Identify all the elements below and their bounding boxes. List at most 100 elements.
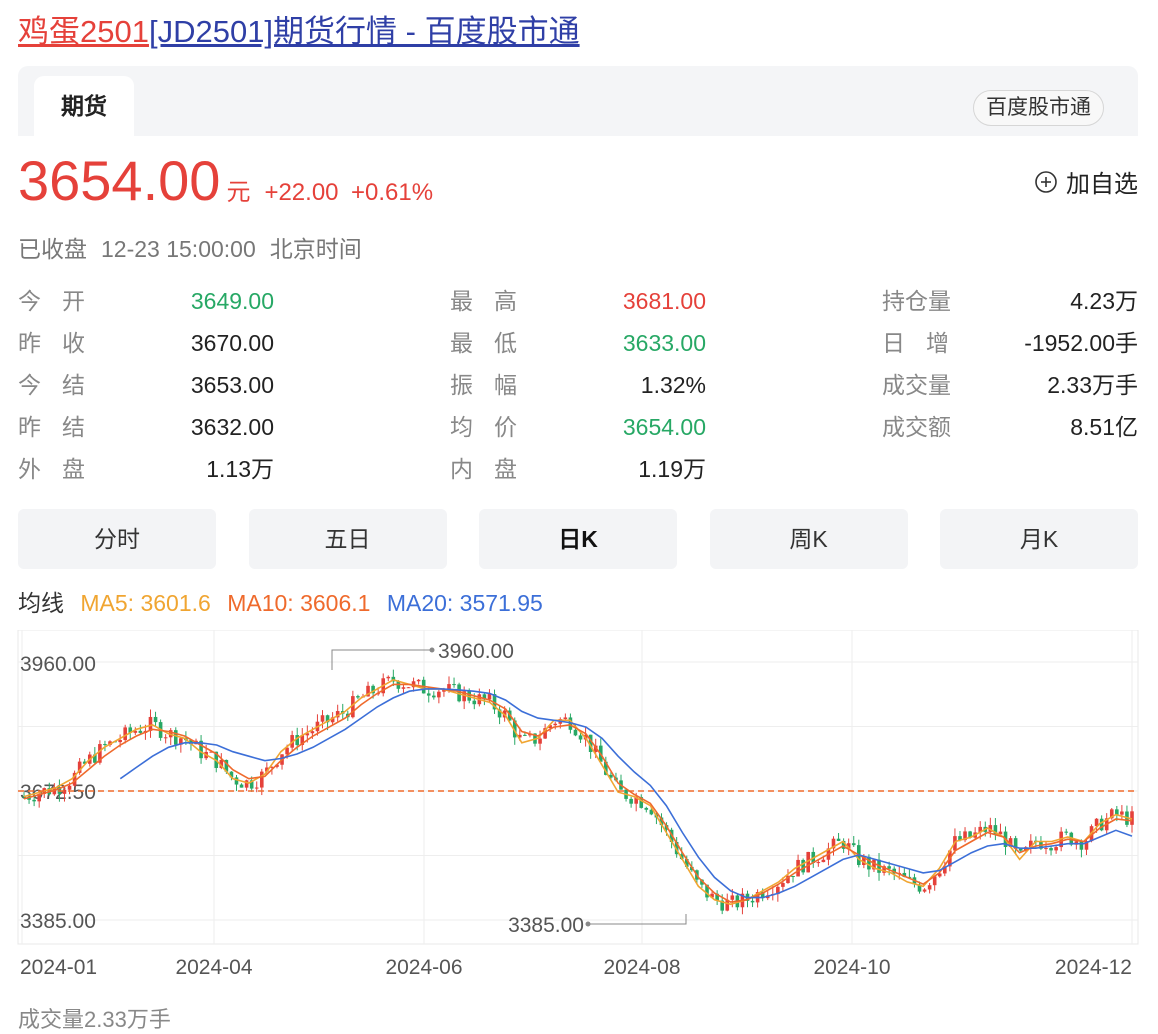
candle-body xyxy=(426,693,431,696)
stat-label: 今结 xyxy=(18,372,106,398)
stat-row: 昨结 3632.00 均价 3654.00 成交额 8.51亿 xyxy=(18,406,1138,448)
candle-body xyxy=(629,798,633,804)
candle-body xyxy=(67,785,72,790)
market-state: 已收盘 xyxy=(18,236,87,262)
ma-line-ma5 xyxy=(23,679,1133,906)
candle-body xyxy=(1115,809,1119,815)
candle-body xyxy=(851,843,856,846)
stat-label: 成交量 xyxy=(882,372,951,398)
tab-period-3[interactable]: 周K xyxy=(709,509,908,569)
candle-body xyxy=(32,799,36,802)
candle-body xyxy=(406,687,411,689)
stat-label: 持仓量 xyxy=(882,288,951,314)
candle-body xyxy=(401,687,406,689)
x-tick-label: 2024-01 xyxy=(20,956,97,979)
quote-row: 3654.00 元 +22.00 +0.61% xyxy=(18,146,433,216)
stat-value: -1952.00手 xyxy=(1024,330,1138,356)
tab-futures[interactable]: 期货 xyxy=(34,76,134,136)
stat-value: 3670.00 xyxy=(190,330,274,356)
add-watchlist-button[interactable]: 加自选 xyxy=(1034,164,1138,199)
ma-line-ma10 xyxy=(23,683,1133,903)
candle-body xyxy=(254,787,259,789)
stat-value: 3633.00 xyxy=(622,330,706,356)
stat-label: 成交额 xyxy=(882,414,951,440)
candle-body xyxy=(836,838,841,841)
page-title-rest[interactable]: [JD2501]期货行情 - 百度股市通 xyxy=(149,14,580,49)
candle-body xyxy=(1018,848,1023,851)
stat-label: 振幅 xyxy=(450,372,538,398)
price-change: +22.00 xyxy=(264,179,339,206)
ma-legend: 均线 MA5: 3601.6 MA10: 3606.1 MA20: 3571.9… xyxy=(18,584,553,618)
candle-body xyxy=(173,730,178,745)
candle-body xyxy=(791,875,795,877)
candle-body xyxy=(138,730,143,733)
stat-value: 3654.00 xyxy=(622,414,706,440)
candle-body xyxy=(887,866,891,869)
kline-chart[interactable]: 3960.003672.503385.002024-012024-042024-… xyxy=(0,630,1158,1024)
candle-body xyxy=(285,747,289,755)
min-label: 3385.00 xyxy=(508,914,584,937)
stat-label: 昨结 xyxy=(18,414,106,440)
stat-label: 内盘 xyxy=(450,456,538,482)
tab-bar: 期货 百度股市通 xyxy=(18,66,1138,136)
min-dot xyxy=(585,921,591,927)
stat-label: 外盘 xyxy=(18,456,106,482)
stat-value: 1.19万 xyxy=(638,456,706,482)
page-title-product[interactable]: 鸡蛋2501 xyxy=(18,14,149,49)
stat-value: 3632.00 xyxy=(190,414,274,440)
ma-title: 均线 xyxy=(18,590,64,616)
max-leader xyxy=(331,649,432,670)
stat-label: 最高 xyxy=(450,288,538,314)
candle-body xyxy=(1064,831,1069,833)
candle-body xyxy=(796,859,800,877)
candle-body xyxy=(1054,847,1058,851)
ma5-legend: MA5: 3601.6 xyxy=(80,590,211,616)
candle-body xyxy=(1049,848,1053,851)
chart-frame xyxy=(17,630,1139,945)
candle-body xyxy=(750,900,755,903)
tab-period-2[interactable]: 日K xyxy=(479,509,677,569)
candle-body xyxy=(781,883,785,887)
candle-body xyxy=(118,739,122,743)
candle-body xyxy=(730,895,735,900)
stat-value: 8.51亿 xyxy=(1070,414,1138,440)
ma20-legend: MA20: 3571.95 xyxy=(386,590,543,616)
stat-row: 今结 3653.00 振幅 1.32% 成交量 2.33万手 xyxy=(18,364,1138,406)
x-tick-label: 2024-06 xyxy=(385,956,462,979)
stat-row: 外盘 1.13万 内盘 1.19万 xyxy=(18,448,1138,490)
candle-body xyxy=(437,691,441,698)
candle-body xyxy=(320,715,325,722)
candle-body xyxy=(1079,841,1084,850)
ma10-legend: MA10: 3606.1 xyxy=(227,590,371,616)
candle-body xyxy=(234,777,239,785)
candle-body xyxy=(644,807,649,810)
candle-body xyxy=(573,729,578,736)
candle-body xyxy=(259,771,264,788)
stat-label: 最低 xyxy=(450,330,538,356)
candle-body xyxy=(801,859,805,873)
candle-body xyxy=(487,694,492,700)
page-title[interactable]: 鸡蛋2501[JD2501]期货行情 - 百度股市通 xyxy=(18,10,580,54)
candle-body xyxy=(563,717,568,720)
candle-body xyxy=(523,734,527,736)
stat-row: 今开 3649.00 最高 3681.00 持仓量 4.23万 xyxy=(18,280,1138,322)
x-tick-label: 2024-08 xyxy=(603,956,680,979)
candle-body xyxy=(1120,811,1124,815)
candle-body xyxy=(416,679,421,682)
stats-grid: 今开 3649.00 最高 3681.00 持仓量 4.23万 昨收 3670.00 最低 363… xyxy=(18,280,1138,490)
tab-period-0[interactable]: 分时 xyxy=(18,509,216,569)
candle-body xyxy=(153,716,158,723)
candle-body xyxy=(103,744,107,746)
market-time: 12-23 15:00:00 xyxy=(101,236,256,262)
x-tick-label: 2024-10 xyxy=(813,956,890,979)
source-badge[interactable]: 百度股市通 xyxy=(973,90,1104,126)
price-change-pct: +0.61% xyxy=(350,179,434,206)
stat-label: 均价 xyxy=(450,414,538,440)
candle-body xyxy=(310,731,315,734)
tab-period-4[interactable]: 月K xyxy=(940,509,1138,569)
stat-row: 昨收 3670.00 最低 3633.00 日增 -1952.00手 xyxy=(18,322,1138,364)
stat-value: 3649.00 xyxy=(190,288,274,314)
candle-body xyxy=(816,862,821,864)
tab-period-1[interactable]: 五日 xyxy=(248,509,447,569)
kline-svg[interactable]: 3960.003672.503385.002024-012024-042024-… xyxy=(0,630,1158,1024)
